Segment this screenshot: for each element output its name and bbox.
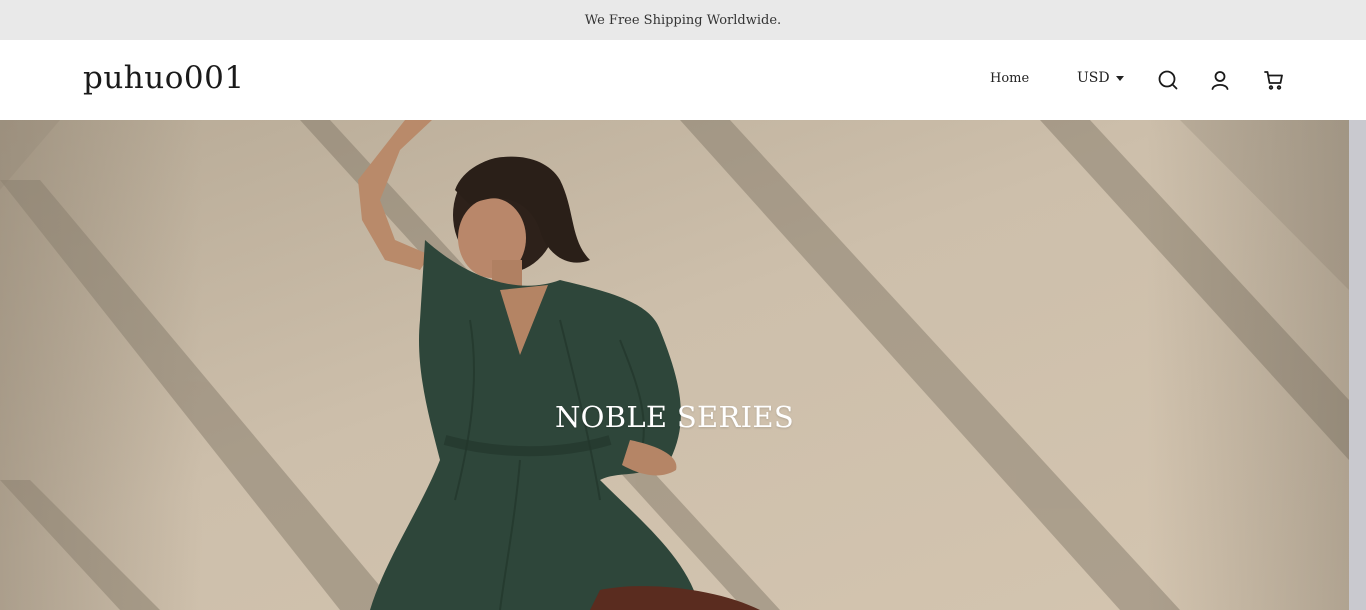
announcement-bar: We Free Shipping Worldwide. bbox=[0, 0, 1366, 40]
cart-button[interactable] bbox=[1262, 68, 1286, 92]
account-button[interactable] bbox=[1208, 68, 1232, 92]
store-logo[interactable]: puhuo001 bbox=[83, 60, 245, 96]
scrollbar[interactable] bbox=[1349, 120, 1366, 610]
site-header: puhuo001 Home USD bbox=[0, 40, 1366, 120]
search-icon bbox=[1158, 70, 1178, 90]
currency-selector[interactable]: USD bbox=[1077, 70, 1124, 86]
cart-icon bbox=[1264, 71, 1283, 90]
hero-banner[interactable]: NOBLE SERIES bbox=[0, 120, 1349, 610]
hero-image bbox=[0, 120, 1349, 610]
nav-home-link[interactable]: Home bbox=[990, 71, 1029, 86]
caret-down-icon bbox=[1115, 75, 1124, 81]
account-icon bbox=[1211, 71, 1229, 90]
hero-title: NOBLE SERIES bbox=[554, 400, 795, 434]
announcement-text: We Free Shipping Worldwide. bbox=[584, 12, 782, 28]
currency-value: USD bbox=[1077, 70, 1110, 86]
search-button[interactable] bbox=[1156, 68, 1180, 92]
